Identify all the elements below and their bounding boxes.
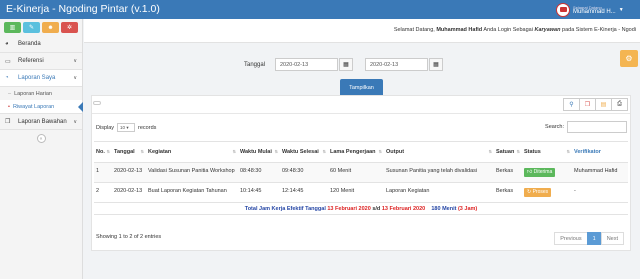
chevron-down-icon: ∨ — [73, 58, 77, 64]
export-toolbar: ⚲ ❐ ▤ ⎙ — [563, 98, 628, 111]
total-to: 13 Februari 2020 — [381, 206, 426, 212]
cogs-icon[interactable]: ✲ — [61, 22, 78, 33]
table-row: 2 2020-02-13 Buat Laporan Kegiatan Tahun… — [94, 182, 628, 203]
welcome-middle: Anda Login Sebagai — [483, 27, 533, 33]
pie-chart-icon: ◔ — [5, 75, 9, 81]
next-button[interactable]: Next — [600, 232, 624, 245]
top-navbar: E-Kinerja - Ngoding Pintar (v.1.0) Selam… — [0, 0, 640, 19]
sidebar-item-referensi[interactable]: ▭ Referensi ∨ — [0, 53, 82, 70]
total-row: Total Jam Kerja Efektif Tanggal 13 Febru… — [94, 202, 628, 215]
total-hours: (3 Jam) — [457, 206, 478, 212]
records-label: records — [138, 124, 157, 131]
date-from-input[interactable]: 2020-02-13 — [275, 58, 338, 71]
sidebar: ▥ ✎ ☻ ✲ ◕ Beranda ▭ Referensi ∨ ◔ Lapora… — [0, 19, 83, 279]
settings-gear-button[interactable]: ⚙ — [620, 50, 638, 67]
date-to-input[interactable]: 2020-02-13 — [365, 58, 428, 71]
col-satuan[interactable]: Satuan ⇅ — [494, 141, 522, 163]
total-value: 180 Menit — [431, 206, 457, 212]
search-label: Search: — [545, 124, 564, 130]
search-icon[interactable]: ⚲ — [563, 98, 580, 111]
page-button[interactable]: 1 — [586, 232, 602, 245]
calendar-icon[interactable]: ▦ — [429, 58, 443, 71]
refresh-icon: ↻ — [527, 189, 532, 195]
sidebar-item-laporan-saya[interactable]: ◔ Laporan Saya ∨ — [0, 70, 82, 87]
report-panel: ⚲ ❐ ▤ ⎙ Display 10 ▾ records Search: No.… — [91, 95, 631, 251]
sidebar-collapse-button[interactable]: « — [36, 134, 46, 143]
welcome-prefix: Selamat Datang, — [393, 27, 435, 33]
report-table: No. ⇅ Tanggal ⇅ Kegiatan ⇅ Waktu Mulai ⇅ Wak… — [94, 141, 628, 215]
table-info: Showing 1 to 2 of 2 entries — [96, 234, 162, 240]
sidebar-item-laporan-bawahan[interactable]: ❐ Laporan Bawahan ∨ — [0, 113, 82, 130]
col-waktu-mulai[interactable]: Waktu Mulai ⇅ — [238, 141, 280, 163]
users-icon[interactable]: ☻ — [42, 22, 59, 33]
copy-icon[interactable]: ❐ — [579, 98, 596, 111]
col-tanggal[interactable]: Tanggal ⇅ — [112, 141, 146, 163]
col-status[interactable]: Status ⇅ — [522, 141, 572, 163]
page-length-control: Display 10 ▾ records — [96, 123, 156, 132]
status-badge[interactable]: 👍︎ Diterima — [524, 168, 556, 177]
gear-icon: ⚙ — [625, 54, 633, 63]
thumbs-up-icon: 👍︎ — [527, 169, 533, 175]
chevron-down-icon: ∨ — [73, 118, 77, 125]
print-icon[interactable]: ⎙ — [611, 98, 628, 111]
sidebar-item-beranda[interactable]: ◕ Beranda — [0, 36, 82, 53]
total-sep: s/d — [372, 206, 381, 212]
col-lama[interactable]: Lama Pengerjaan ⇅ — [328, 141, 384, 163]
sidebar-item-label: Referensi — [18, 58, 44, 64]
copy-icon: ❐ — [5, 119, 11, 125]
length-select[interactable]: 10 ▾ — [117, 123, 136, 132]
welcome-bar: Selamat Datang, Muhammad Hafid Anda Logi… — [84, 19, 640, 43]
avatar — [556, 2, 570, 17]
chevron-down-icon: ∨ — [73, 75, 77, 81]
total-from: 13 Februari 2020 — [327, 206, 371, 212]
display-label: Display — [96, 124, 115, 131]
pagination: Previous 1 Next — [554, 232, 624, 245]
welcome-suffix: pada Sistem E-Kinerja - Ngodi — [562, 27, 636, 33]
sidebar-item-label: Laporan Saya — [18, 75, 56, 81]
calendar-icon[interactable]: ▦ — [339, 58, 353, 71]
col-waktu-selesai[interactable]: Waktu Selesai ⇅ — [280, 141, 328, 163]
table-search: Search: — [545, 121, 627, 133]
col-no[interactable]: No. ⇅ — [94, 141, 112, 163]
sidebar-subitem-label: Laporan Harian — [14, 90, 52, 97]
dashboard-icon: ◕ — [5, 41, 9, 47]
welcome-name: Muhammad Hafid — [436, 27, 483, 33]
previous-button[interactable]: Previous — [554, 232, 588, 245]
quick-actions: ▥ ✎ ☻ ✲ — [0, 19, 82, 36]
excel-icon[interactable]: ▤ — [595, 98, 612, 111]
sidebar-subitem-label: Riwayat Laporan — [12, 103, 55, 110]
dash-icon: – — [8, 90, 12, 97]
panel-toggle[interactable] — [93, 101, 101, 105]
sidebar-item-label: Laporan Bawahan — [18, 118, 67, 125]
sidebar-item-label: Beranda — [18, 41, 41, 47]
bullet-icon: • — [8, 103, 10, 110]
status-badge[interactable]: ↻ Proses — [524, 188, 552, 197]
date-filter-label: Tanggal — [244, 62, 266, 68]
col-verifikator[interactable]: Verifikator — [572, 141, 628, 163]
col-kegiatan[interactable]: Kegiatan ⇅ — [146, 141, 238, 163]
col-output[interactable]: Output ⇅ — [384, 141, 494, 163]
monitor-icon: ▭ — [5, 58, 11, 65]
table-header-row: No. ⇅ Tanggal ⇅ Kegiatan ⇅ Waktu Mulai ⇅ Wak… — [94, 141, 628, 163]
welcome-role: Karyawan — [534, 27, 561, 33]
pencil-icon[interactable]: ✎ — [23, 22, 40, 33]
app-title[interactable]: E-Kinerja - Ngoding Pintar (v.1.0) — [6, 3, 160, 15]
total-prefix: Total Jam Kerja Efektif Tanggal — [244, 206, 326, 212]
sidebar-subitem-riwayat-laporan[interactable]: • Riwayat Laporan — [0, 100, 83, 113]
chart-icon[interactable]: ▥ — [4, 22, 21, 33]
divider — [92, 113, 630, 114]
table-row: 1 2020-02-13 Validasi Susunan Panitia Wo… — [94, 162, 628, 183]
user-name: Muhammad H... — [573, 8, 616, 15]
user-menu[interactable]: Selamat Datang, Muhammad H... ▼ — [554, 1, 634, 18]
sidebar-subitem-laporan-harian[interactable]: – Laporan Harian — [0, 87, 82, 100]
length-value: 10 — [120, 125, 126, 130]
caret-down-icon: ▼ — [618, 6, 624, 13]
search-input[interactable] — [567, 121, 627, 133]
